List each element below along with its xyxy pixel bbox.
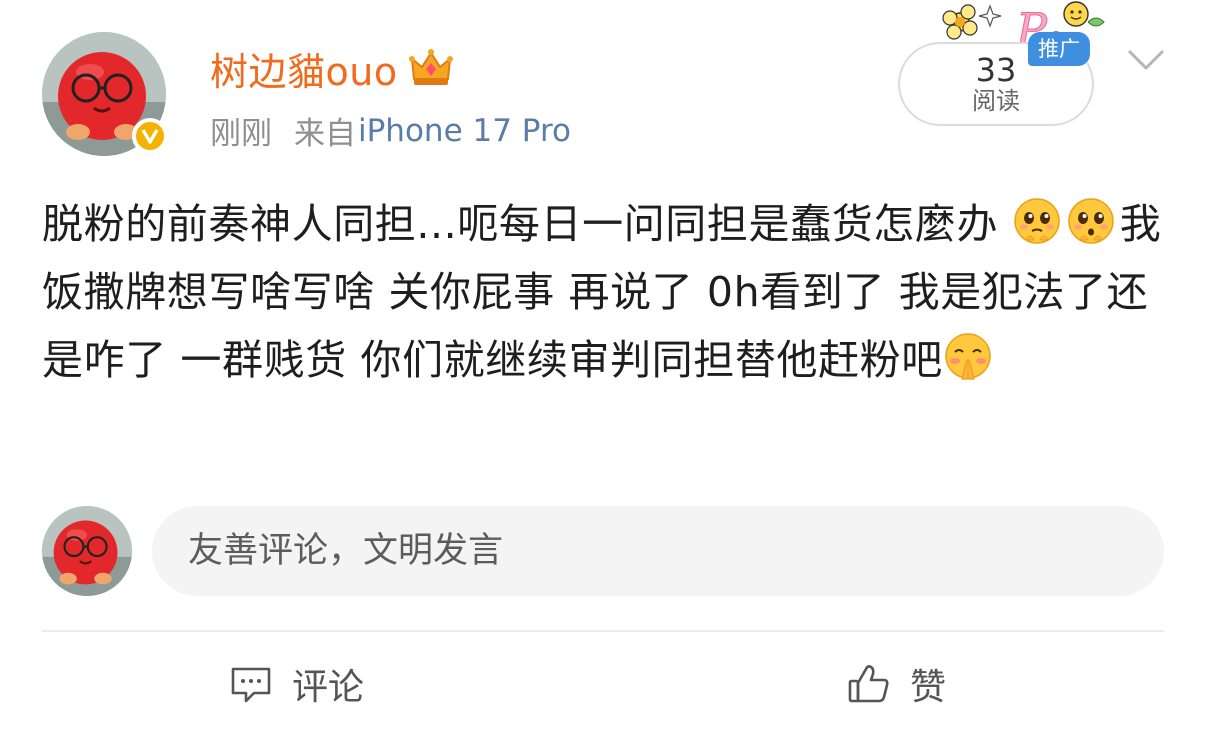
post-text: 脱粉的前奏神人同担...呃每日一问同担是蠢货怎麼办 我饭撒牌想写啥写啥 关你屁事… [42,190,1162,394]
post-source-prefix: 来自 [294,116,356,152]
author-row: 树边貓ouo [210,40,454,96]
author-name[interactable]: 树边貓ouo [210,41,398,96]
comment-icon [231,667,271,703]
read-count: 33 [975,51,1017,89]
like-label: 赞 [910,667,947,708]
like-button[interactable]: 赞 [846,652,946,716]
post-source-device[interactable]: iPhone 17 Pro [358,113,571,149]
my-avatar[interactable] [42,506,132,596]
chevron-down-icon[interactable] [1126,44,1166,74]
read-label: 阅读 [972,87,1020,115]
comment-label: 评论 [292,667,365,708]
author-avatar-container[interactable] [42,32,168,156]
divider [42,630,1164,632]
crown-vip-icon[interactable] [408,45,454,91]
thumbs-up-icon [848,665,889,703]
promo-tag-badge[interactable]: 推广 [1028,32,1090,66]
pleading-face-emoji [1068,198,1114,244]
post-text-segment: 脱粉的前奏神人同担...呃每日一问同担是蠢货怎麼办 [42,200,999,248]
comment-button[interactable]: 评论 [228,652,364,716]
comment-input[interactable] [152,506,1164,596]
blushing-hands-together-emoji [945,333,991,380]
post-meta: 刚刚 来自 iPhone 17 Pro [210,108,571,153]
verified-badge-icon [132,118,168,154]
post-time: 刚刚 [210,116,272,152]
pleading-face-emoji [1014,198,1060,244]
